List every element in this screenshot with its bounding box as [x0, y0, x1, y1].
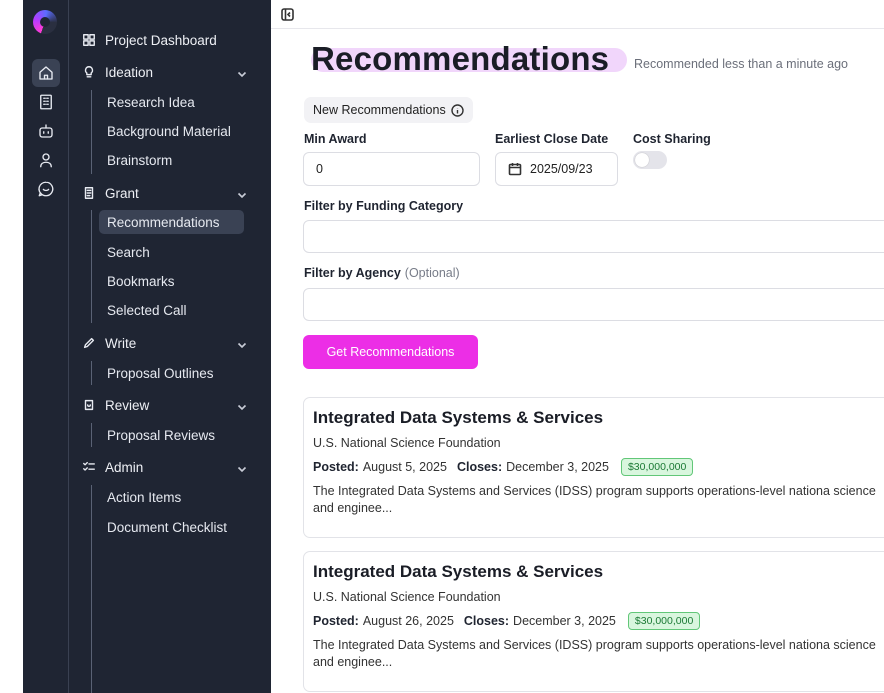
award-badge: $30,000,000	[627, 612, 701, 630]
page-title-wrap: Recommendations	[311, 40, 627, 78]
grid-icon	[81, 32, 97, 48]
agency-input[interactable]	[303, 288, 884, 321]
funding-category-label: Filter by Funding Category	[304, 199, 464, 213]
user-icon[interactable]	[32, 146, 60, 174]
refresh-doc-icon	[81, 397, 97, 413]
sidebar-group-write[interactable]: Write	[81, 330, 259, 356]
sidebar-group-ideation[interactable]: Ideation	[81, 59, 259, 85]
sidebar-item-proposal-outlines[interactable]: Proposal Outlines	[99, 361, 244, 385]
agency-label-text: Filter by Agency	[304, 266, 401, 280]
sidebar-item-background-material[interactable]: Background Material	[99, 119, 244, 143]
closes-date: December 3, 2025	[513, 614, 616, 628]
sidebar-sub-divider	[91, 90, 92, 174]
sidebar-item-document-checklist[interactable]: Document Checklist	[99, 515, 244, 539]
result-dates: Posted: August 26, 2025 Closes: December…	[313, 612, 882, 630]
award-badge: $30,000,000	[620, 458, 694, 476]
close-date-value: 2025/09/23	[530, 162, 593, 176]
new-recommendations-label: New Recommendations	[313, 103, 446, 117]
cost-sharing-label: Cost Sharing	[633, 132, 711, 146]
sidebar-sub-divider	[91, 210, 92, 323]
sidebar-group-label: Ideation	[105, 64, 154, 80]
posted-date: August 26, 2025	[362, 614, 454, 628]
sidebar-sub-divider	[91, 485, 92, 693]
sidebar-item-label: Project Dashboard	[105, 32, 217, 48]
funding-category-input[interactable]	[303, 220, 884, 253]
header-divider	[271, 28, 884, 29]
icon-rail	[23, 0, 69, 693]
chevron-down-icon	[237, 338, 247, 349]
agency-optional-hint: (Optional)	[404, 266, 460, 280]
sidebar-group-admin[interactable]: Admin	[81, 454, 259, 480]
close-date-picker[interactable]: 2025/09/23	[495, 152, 618, 186]
sidebar-group-label: Write	[105, 335, 137, 351]
info-icon[interactable]	[451, 103, 464, 117]
sidebar-group-label: Admin	[105, 459, 144, 475]
sidebar-group-label: Grant	[105, 185, 139, 201]
cost-sharing-toggle[interactable]	[633, 151, 667, 169]
home-icon[interactable]	[32, 59, 60, 87]
result-description: The Integrated Data Systems and Services…	[313, 484, 876, 515]
page-title: Recommendations	[311, 40, 610, 77]
sidebar-item-project-dashboard[interactable]: Project Dashboard	[81, 27, 259, 53]
main-content: Recommendations Recommended less than a …	[271, 0, 884, 693]
posted-label: Posted:	[313, 460, 359, 474]
checklist-icon	[81, 459, 97, 475]
sidebar-group-grant[interactable]: Grant	[81, 180, 259, 206]
sidebar-sub-divider	[91, 361, 92, 385]
chat-icon[interactable]	[32, 175, 60, 203]
agency-label: Filter by Agency (Optional)	[304, 266, 460, 280]
sidebar-item-brainstorm[interactable]: Brainstorm	[99, 148, 244, 172]
calendar-icon	[508, 162, 522, 176]
building-icon[interactable]	[32, 88, 60, 116]
result-title[interactable]: Integrated Data Systems & Services	[313, 408, 882, 428]
sidebar-item-action-items[interactable]: Action Items	[99, 485, 244, 509]
sidebar-item-selected-call[interactable]: Selected Call	[99, 298, 244, 322]
result-agency: U.S. National Science Foundation	[313, 436, 501, 450]
chevron-down-icon	[237, 462, 247, 473]
sidebar-item-bookmarks[interactable]: Bookmarks	[99, 269, 244, 293]
posted-date: August 5, 2025	[362, 460, 447, 474]
sidebar-item-proposal-reviews[interactable]: Proposal Reviews	[99, 423, 244, 447]
chevron-down-icon	[237, 67, 247, 78]
recommended-timestamp: Recommended less than a minute ago	[634, 57, 849, 71]
sidebar-sub-divider	[91, 423, 92, 447]
closes-label: Closes:	[456, 460, 503, 474]
chevron-down-icon	[237, 400, 247, 411]
get-recommendations-button[interactable]: Get Recommendations	[303, 335, 478, 369]
pencil-icon	[81, 335, 97, 351]
lightbulb-icon	[81, 64, 97, 80]
min-award-input[interactable]: 0	[303, 152, 480, 186]
result-card[interactable]: Integrated Data Systems & Services U.S. …	[303, 551, 884, 692]
sidebar-item-research-idea[interactable]: Research Idea	[99, 90, 244, 114]
min-award-value: 0	[316, 162, 323, 176]
sidebar-item-search[interactable]: Search	[99, 240, 244, 264]
sidebar-item-recommendations[interactable]: Recommendations	[99, 210, 244, 234]
closes-label: Closes:	[463, 614, 510, 628]
new-recommendations-badge: New Recommendations	[304, 97, 473, 123]
collapse-sidebar-icon[interactable]	[281, 8, 294, 21]
closes-date: December 3, 2025	[506, 460, 609, 474]
posted-label: Posted:	[313, 614, 359, 628]
scroll-icon	[81, 185, 97, 201]
sidebar: Project Dashboard Ideation Research Idea…	[69, 0, 271, 693]
result-description: The Integrated Data Systems and Services…	[313, 638, 876, 669]
sidebar-group-label: Review	[105, 397, 150, 413]
chevron-down-icon	[237, 188, 247, 199]
result-agency: U.S. National Science Foundation	[313, 590, 501, 604]
bot-icon[interactable]	[32, 117, 60, 145]
result-dates: Posted: August 5, 2025 Closes: December …	[313, 458, 882, 476]
close-date-label: Earliest Close Date	[495, 132, 609, 146]
sidebar-group-review[interactable]: Review	[81, 392, 259, 418]
result-title[interactable]: Integrated Data Systems & Services	[313, 562, 882, 582]
app-logo	[33, 10, 57, 34]
min-award-label: Min Award	[304, 132, 367, 146]
result-card[interactable]: Integrated Data Systems & Services U.S. …	[303, 397, 884, 538]
